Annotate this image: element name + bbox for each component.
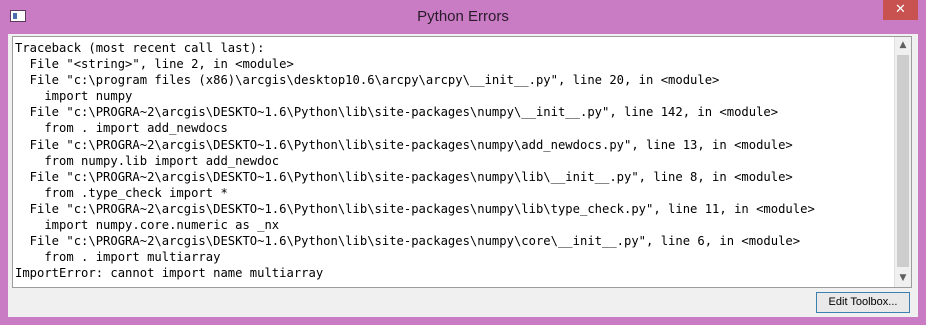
scroll-up-arrow-icon[interactable]: ▲ xyxy=(895,37,911,54)
traceback-line: File "c:\PROGRA~2\arcgis\DESKTO~1.6\Pyth… xyxy=(29,169,793,184)
close-button[interactable]: ✕ xyxy=(883,0,918,20)
traceback-line: File "c:\PROGRA~2\arcgis\DESKTO~1.6\Pyth… xyxy=(29,201,815,216)
traceback-text: Traceback (most recent call last): File … xyxy=(15,40,815,281)
dialog-client-area: Traceback (most recent call last): File … xyxy=(8,34,918,317)
vertical-scrollbar[interactable]: ▲ ▼ xyxy=(894,37,911,287)
error-text-box[interactable]: Traceback (most recent call last): File … xyxy=(12,36,912,288)
window-title: Python Errors xyxy=(417,8,509,25)
traceback-line: File "c:\program files (x86)\arcgis\desk… xyxy=(29,73,720,88)
traceback-line: from numpy.lib import add_newdoc xyxy=(44,153,280,168)
traceback-line: from . import multiarray xyxy=(44,250,221,265)
traceback-line: File "<string>", line 2, in <module> xyxy=(29,57,294,72)
traceback-line: File "c:\PROGRA~2\arcgis\DESKTO~1.6\Pyth… xyxy=(29,137,793,152)
traceback-line: from .type_check import * xyxy=(44,185,228,200)
traceback-line: File "c:\PROGRA~2\arcgis\DESKTO~1.6\Pyth… xyxy=(29,105,779,120)
traceback-line: ImportError: cannot import name multiarr… xyxy=(15,266,324,281)
traceback-line: import numpy xyxy=(44,89,133,104)
scroll-down-arrow-icon[interactable]: ▼ xyxy=(895,270,911,287)
title-bar[interactable]: Python Errors ✕ xyxy=(0,0,926,34)
traceback-line: import numpy.core.numeric as _nx xyxy=(44,218,280,233)
scroll-thumb[interactable] xyxy=(897,55,909,267)
python-errors-window: Python Errors ✕ Traceback (most recent c… xyxy=(0,0,926,325)
edit-toolbox-button[interactable]: Edit Toolbox... xyxy=(816,292,910,313)
traceback-line: Traceback (most recent call last): xyxy=(15,41,265,55)
traceback-line: File "c:\PROGRA~2\arcgis\DESKTO~1.6\Pyth… xyxy=(29,234,801,249)
traceback-line: from . import add_newdocs xyxy=(44,121,228,136)
